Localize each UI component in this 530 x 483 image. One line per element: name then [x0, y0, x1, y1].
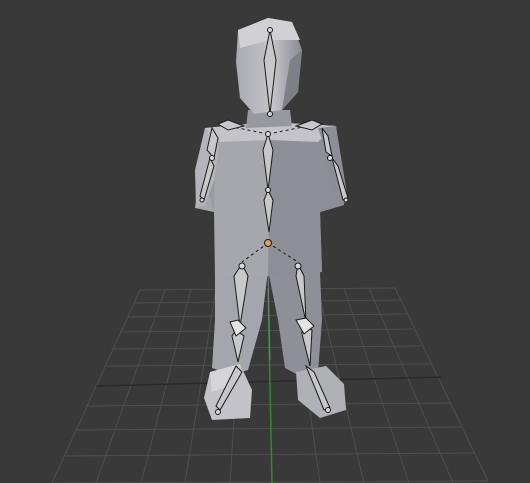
x-axis-line — [95, 376, 443, 387]
3d-viewport[interactable] — [0, 0, 530, 483]
viewport-scene[interactable] — [0, 0, 530, 483]
bone-hip-active[interactable] — [264, 239, 272, 247]
